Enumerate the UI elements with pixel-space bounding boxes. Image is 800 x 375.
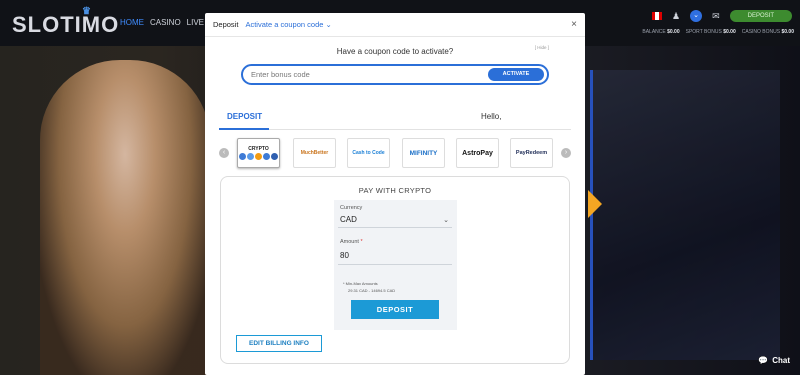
provider-cash-to-code[interactable]: Cash to Code xyxy=(347,138,390,168)
chevron-down-icon[interactable]: ⌄ xyxy=(443,216,449,224)
coupon-question: Have a coupon code to activate? xyxy=(336,47,454,56)
header-deposit-button[interactable]: DEPOSIT xyxy=(729,10,792,22)
currency-label: Currency xyxy=(340,205,363,211)
chevron-left-icon[interactable]: ‹ xyxy=(219,148,229,158)
chat-icon: 💬 xyxy=(758,356,769,365)
deposit-button[interactable]: DEPOSIT xyxy=(351,300,439,319)
tab-underline xyxy=(219,128,269,130)
modal-title: Deposit xyxy=(213,20,239,29)
deposit-modal: Deposit Activate a coupon code ⌄ × Have … xyxy=(205,13,585,375)
casino-bonus-item: CASINO BONUS $0.00 xyxy=(741,29,794,35)
user-icon[interactable]: ♟ xyxy=(672,11,680,22)
balance-item: BALANCE $0.00 xyxy=(642,29,680,35)
nav-casino[interactable]: CASINO xyxy=(150,18,181,27)
amount-limits: * Min-Max Amounts 29.31 CAD - 14694.5 CA… xyxy=(343,281,396,293)
provider-payredeem[interactable]: PayRedeem xyxy=(510,138,553,168)
bonus-code-input[interactable] xyxy=(251,70,481,79)
deposit-tabs: DEPOSIT Hello, xyxy=(219,108,571,130)
greeting: Hello, xyxy=(481,112,502,121)
hide-coupon-link[interactable]: [ Hide ] xyxy=(535,45,549,50)
activate-button[interactable]: ACTIVATE xyxy=(488,68,544,81)
modal-header: Deposit Activate a coupon code ⌄ × xyxy=(205,13,585,37)
edit-billing-button[interactable]: EDIT BILLING INFO xyxy=(236,335,322,352)
pay-panel: PAY WITH CRYPTO Currency CAD ⌄ Amount * … xyxy=(220,176,570,364)
crypto-logo: CRYPTO xyxy=(239,146,278,160)
divider xyxy=(338,264,452,265)
sport-bonus-item: SPORT BONUS $0.00 xyxy=(685,29,736,35)
balances: BALANCE $0.00 SPORT BONUS $0.00 CASINO B… xyxy=(642,29,794,35)
provider-astropay[interactable]: AstroPay xyxy=(456,138,499,168)
pay-title: PAY WITH CRYPTO xyxy=(358,186,432,195)
tab-deposit[interactable]: DEPOSIT xyxy=(227,112,262,121)
currency-select[interactable]: CAD xyxy=(340,215,357,224)
close-icon[interactable]: × xyxy=(571,19,577,30)
nav-home[interactable]: HOME xyxy=(120,18,144,27)
amount-label: Amount * xyxy=(340,239,363,245)
amount-input[interactable]: 80 xyxy=(340,251,349,260)
provider-crypto[interactable]: CRYPTO xyxy=(237,138,280,168)
hero-image xyxy=(40,60,210,375)
crypto-coins-icon xyxy=(239,153,278,160)
header-actions: ♟ ⌄ ✉ DEPOSIT xyxy=(652,10,792,22)
provider-muchbetter[interactable]: MuchBetter xyxy=(293,138,336,168)
canada-flag-icon[interactable] xyxy=(652,12,663,20)
coupon-field-group: ACTIVATE xyxy=(241,64,549,85)
mail-icon[interactable]: ✉ xyxy=(712,11,720,22)
slot-machine-image xyxy=(590,70,780,360)
chat-button[interactable]: 💬 Chat xyxy=(758,356,790,365)
divider xyxy=(338,227,452,228)
chevron-decoration xyxy=(588,190,602,218)
provider-mifinity[interactable]: MIFINITY xyxy=(402,138,445,168)
crown-icon: ♛ xyxy=(82,6,92,17)
deposit-form: Currency CAD ⌄ Amount * 80 * Min-Max Amo… xyxy=(334,200,457,330)
site-logo[interactable]: SLOTIMO ♛ xyxy=(12,6,119,38)
payment-providers: ‹ CRYPTO MuchBetter Cash to Code MIFINIT… xyxy=(219,138,571,170)
chevron-right-icon[interactable]: › xyxy=(561,148,571,158)
activate-coupon-link[interactable]: Activate a coupon code ⌄ xyxy=(245,20,331,29)
chevron-down-icon[interactable]: ⌄ xyxy=(690,10,703,22)
